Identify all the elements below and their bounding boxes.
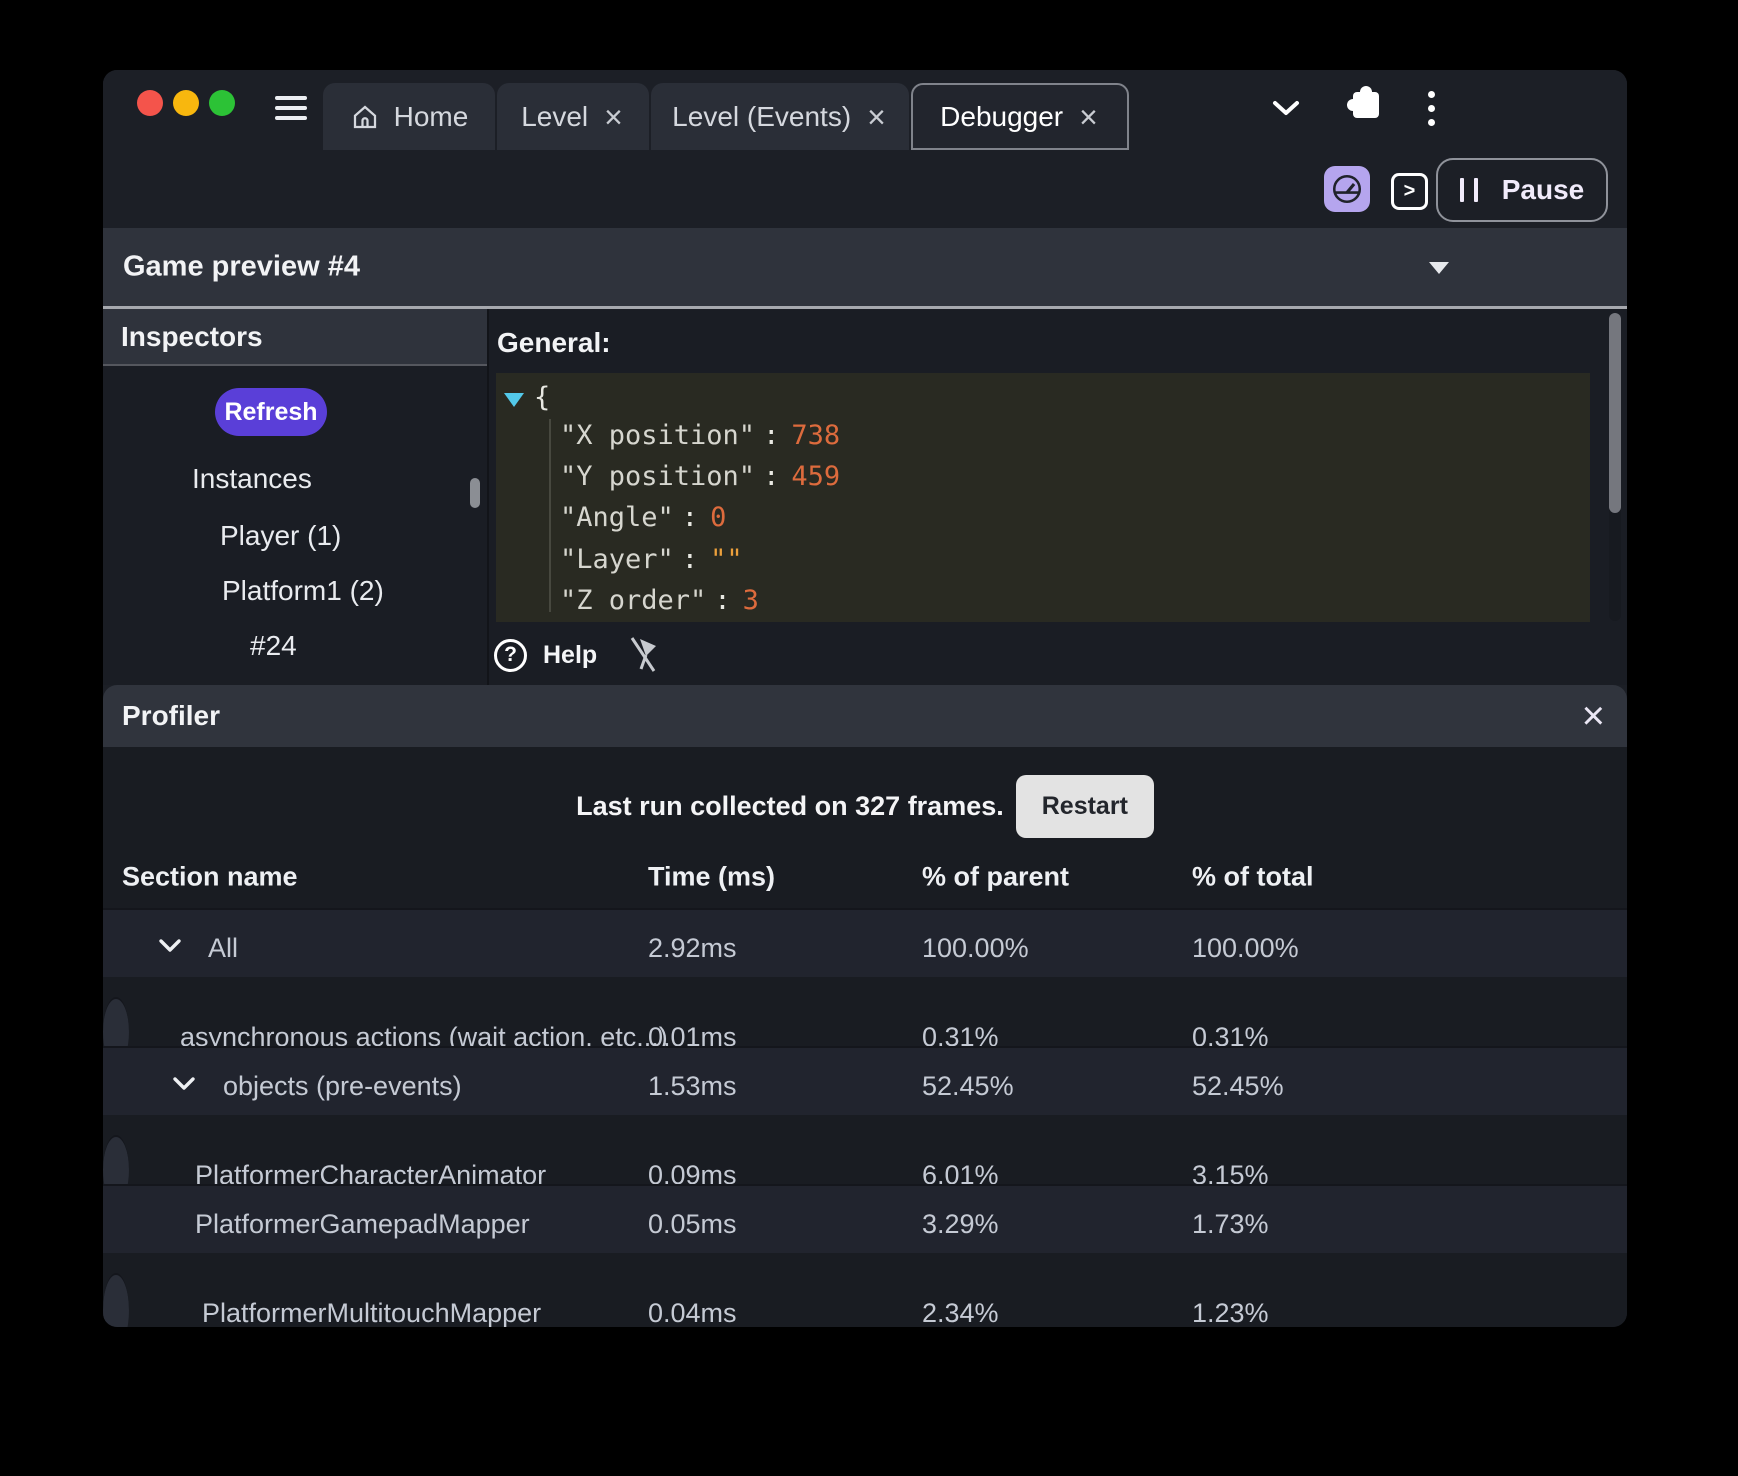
json-entry[interactable]: "Z order" : 3 (496, 580, 1590, 621)
maximize-window-button[interactable] (209, 90, 235, 116)
close-window-button[interactable] (137, 90, 163, 116)
inspectors-title: Inspectors (121, 321, 263, 353)
dropdown-triangle-icon[interactable] (1429, 262, 1449, 274)
tab-label: Home (394, 101, 469, 133)
chevron-down-icon[interactable] (1271, 98, 1301, 118)
inspectors-header: Inspectors (103, 309, 487, 366)
profiler-panel: Profiler × Last run collected on 327 fra… (103, 685, 1627, 1327)
debugger-window: Home Level × Level (Events) × Debugger × (103, 70, 1627, 1327)
kebab-menu-icon[interactable] (1428, 91, 1435, 126)
close-tab-icon[interactable]: × (602, 101, 625, 133)
col-pct-total: % of total (1192, 862, 1314, 893)
table-row[interactable]: PlatformerGamepadMapper 0.05ms 3.29% 1.7… (103, 1184, 1627, 1253)
tab-label: Debugger (940, 101, 1063, 133)
restart-button[interactable]: Restart (1016, 775, 1154, 838)
json-entry[interactable]: "Angle" : 0 (496, 497, 1590, 538)
inspectors-scrollbar-thumb[interactable] (470, 478, 480, 508)
json-entry[interactable]: "X position" : 738 (496, 414, 1590, 455)
tree-item-player[interactable]: Player (1) (220, 520, 341, 552)
general-panel: General: { "X position" : 738 "Y positio… (491, 309, 1627, 685)
chevron-down-icon[interactable] (172, 1076, 196, 1091)
pause-button[interactable]: Pause (1436, 158, 1608, 222)
refresh-button[interactable]: Refresh (215, 388, 327, 436)
console-button[interactable]: > (1391, 173, 1428, 210)
profiler-title: Profiler (122, 700, 220, 732)
help-question-icon[interactable]: ? (494, 639, 527, 672)
col-pct-parent: % of parent (922, 862, 1069, 893)
help-label[interactable]: Help (543, 641, 597, 670)
debugger-content: Inspectors Refresh Instances Player (1) … (103, 309, 1627, 685)
close-tab-icon[interactable]: × (865, 101, 888, 133)
general-scrollbar-track[interactable] (1609, 313, 1621, 621)
tree-item-24[interactable]: #24 (250, 630, 297, 662)
general-scrollbar-thumb[interactable] (1609, 313, 1621, 513)
tab-home[interactable]: Home (323, 83, 495, 150)
json-entry[interactable]: "Y position" : 459 (496, 456, 1590, 497)
json-collapse-triangle-icon[interactable] (504, 393, 524, 407)
tree-item-instances[interactable]: Instances (192, 463, 312, 495)
general-title: General: (497, 327, 611, 359)
gauge-icon (1330, 172, 1364, 206)
close-profiler-icon[interactable]: × (1582, 696, 1605, 736)
json-inspector: { "X position" : 738 "Y position" : 459 … (496, 373, 1590, 622)
pause-label: Pause (1502, 174, 1585, 206)
profiler-toggle-button[interactable] (1324, 166, 1370, 212)
pause-icon (1460, 178, 1478, 202)
close-tab-icon[interactable]: × (1077, 101, 1100, 133)
chevron-down-icon[interactable] (158, 938, 182, 953)
game-preview-header[interactable]: Game preview #4 (103, 228, 1627, 309)
tab-level[interactable]: Level × (497, 83, 649, 150)
minimize-window-button[interactable] (173, 90, 199, 116)
tab-label: Level (Events) (672, 101, 851, 133)
json-entry[interactable]: "Layer" : "" (496, 539, 1590, 580)
debugger-toolbar: > Pause (103, 150, 1627, 228)
profiler-table-header: Section name Time (ms) % of parent % of … (103, 846, 1627, 908)
col-section-name: Section name (122, 862, 298, 893)
profiler-table-body: All 2.92ms 100.00% 100.00% asynchronous … (103, 908, 1627, 1327)
table-row[interactable]: objects (pre-events) 1.53ms 52.45% 52.45… (103, 1046, 1627, 1115)
hamburger-menu-icon[interactable] (275, 96, 307, 122)
table-row[interactable]: PlatformerMultitouchMapper 0.04ms 2.34% … (103, 1273, 129, 1327)
profiler-status-row: Last run collected on 327 frames. Restar… (103, 773, 1627, 839)
json-indent-guide (549, 419, 551, 612)
pin-off-icon[interactable] (627, 633, 661, 677)
table-row[interactable]: All 2.92ms 100.00% 100.00% (103, 908, 1627, 977)
col-time: Time (ms) (648, 862, 775, 893)
profiler-header: Profiler × (103, 685, 1627, 747)
titlebar: Home Level × Level (Events) × Debugger × (103, 70, 1627, 150)
console-prompt-icon: > (1404, 180, 1416, 203)
tab-debugger[interactable]: Debugger × (911, 83, 1129, 150)
help-row: ? Help (494, 633, 661, 677)
inspectors-panel: Inspectors Refresh Instances Player (1) … (103, 309, 489, 685)
json-open-brace: { (534, 382, 550, 413)
tab-level-events[interactable]: Level (Events) × (651, 83, 909, 150)
tree-item-platform1[interactable]: Platform1 (2) (222, 575, 384, 607)
tab-label: Level (521, 101, 588, 133)
home-icon (350, 102, 380, 132)
profiler-status-text: Last run collected on 327 frames. (576, 791, 1004, 822)
game-preview-title: Game preview #4 (123, 251, 360, 284)
